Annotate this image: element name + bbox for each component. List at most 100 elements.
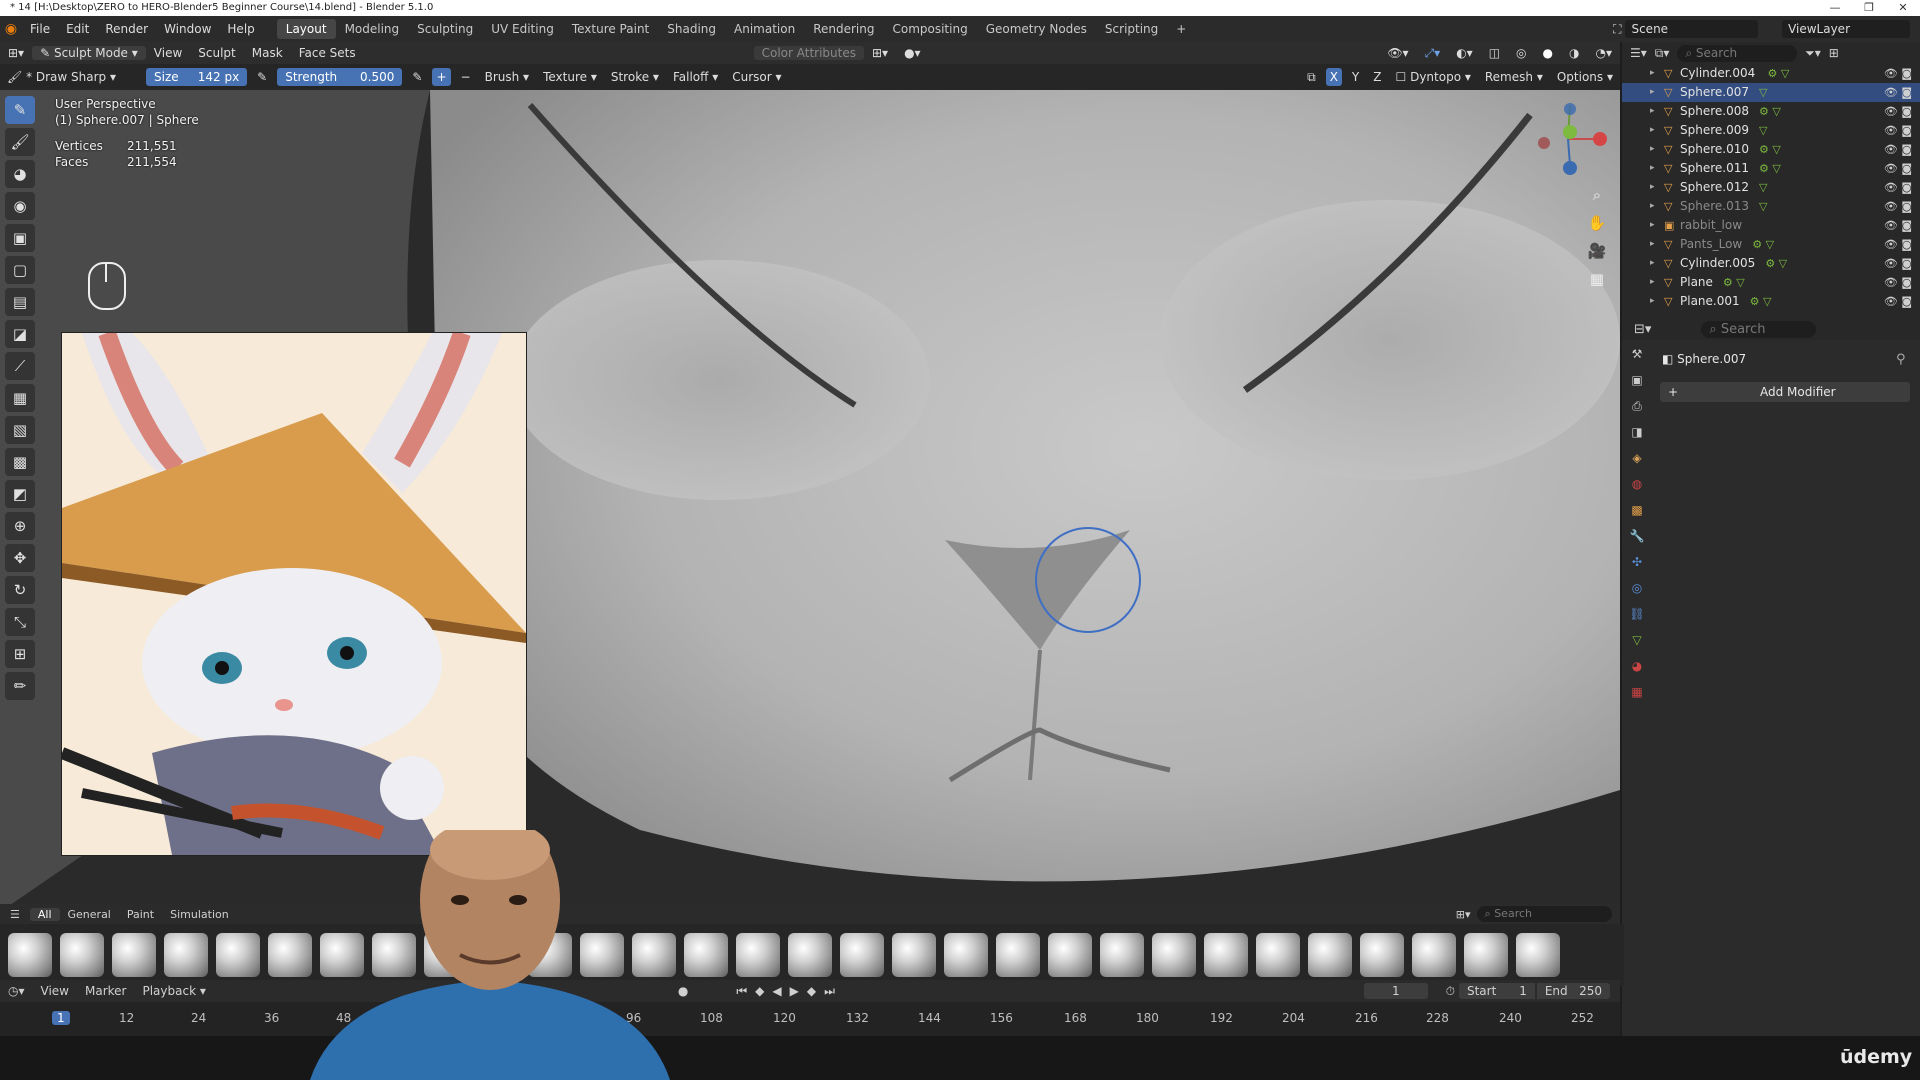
outliner-row[interactable]: ▸ ▽ Cylinder.005 ⚙ ▽ 👁 ◙ bbox=[1622, 254, 1920, 273]
modifier-tab-icon[interactable]: 🔧 bbox=[1626, 525, 1648, 547]
brush-asset-thumbnail[interactable] bbox=[1360, 933, 1404, 977]
current-frame-field[interactable]: 1 bbox=[1363, 983, 1428, 999]
workspace-tab-scripting[interactable]: Scripting bbox=[1096, 19, 1167, 39]
shelf-tab-simulation[interactable]: Simulation bbox=[162, 908, 237, 921]
outliner-row[interactable]: ▸ ▽ Pants_Low ⚙ ▽ 👁 ◙ bbox=[1622, 235, 1920, 254]
data-tab-icon[interactable]: ▽ bbox=[1626, 629, 1648, 651]
scene-selector[interactable]: Scene bbox=[1625, 20, 1759, 38]
outliner-row[interactable]: ▸ ▽ Sphere.011 ⚙ ▽ 👁 ◙ bbox=[1622, 159, 1920, 178]
blender-logo-icon[interactable]: ◉ bbox=[0, 21, 22, 37]
visibility-render-icons[interactable]: 👁 ◙ bbox=[1884, 235, 1912, 254]
expand-chevron-icon[interactable]: ▸ bbox=[1650, 235, 1664, 254]
filter-icon[interactable]: ⏷▾ bbox=[1805, 46, 1821, 61]
workspace-tab-rendering[interactable]: Rendering bbox=[804, 19, 883, 39]
world-tab-icon[interactable]: ◍ bbox=[1626, 473, 1648, 495]
shelf-menu-icon[interactable]: ☰ bbox=[0, 908, 30, 921]
draw-brush-tool-icon[interactable]: ✎ bbox=[5, 96, 35, 124]
scale-tool-icon[interactable]: ⤡ bbox=[5, 608, 35, 636]
visibility-render-icons[interactable]: 👁 ◙ bbox=[1884, 121, 1912, 140]
rotate-tool-icon[interactable]: ↻ bbox=[5, 576, 35, 604]
physics-tab-icon[interactable]: ◎ bbox=[1626, 577, 1648, 599]
brush-asset-thumbnail[interactable] bbox=[1464, 933, 1508, 977]
brush-asset-thumbnail[interactable] bbox=[684, 933, 728, 977]
menu-edit[interactable]: Edit bbox=[58, 22, 97, 36]
expand-chevron-icon[interactable]: ▸ bbox=[1650, 273, 1664, 292]
texture-tab-icon[interactable]: ▦ bbox=[1626, 681, 1648, 703]
brush-asset-thumbnail[interactable] bbox=[1100, 933, 1144, 977]
minimize-button[interactable]: — bbox=[1818, 0, 1852, 16]
box-trim-tool-icon[interactable]: ◪ bbox=[5, 320, 35, 348]
visibility-render-icons[interactable]: 👁 ◙ bbox=[1884, 64, 1912, 83]
visibility-render-icons[interactable]: 👁 ◙ bbox=[1884, 159, 1912, 178]
expand-chevron-icon[interactable]: ▸ bbox=[1650, 121, 1664, 140]
expand-chevron-icon[interactable]: ▸ bbox=[1650, 64, 1664, 83]
zoom-icon[interactable]: ⌕ bbox=[1584, 186, 1610, 214]
timeline-menu-view[interactable]: View bbox=[33, 984, 77, 998]
brush-asset-thumbnail[interactable] bbox=[8, 933, 52, 977]
options-menu[interactable]: Options ▾ bbox=[1550, 70, 1620, 84]
shading-wireframe-icon[interactable]: ◎ bbox=[1508, 46, 1534, 60]
shelf-tab-paint[interactable]: Paint bbox=[119, 908, 162, 921]
new-collection-icon[interactable]: ⊞ bbox=[1829, 46, 1839, 60]
workspace-tab-uv-editing[interactable]: UV Editing bbox=[482, 19, 563, 39]
brush-asset-thumbnail[interactable] bbox=[736, 933, 780, 977]
add-modifier-button[interactable]: + Add Modifier bbox=[1660, 382, 1910, 402]
brush-asset-thumbnail[interactable] bbox=[1204, 933, 1248, 977]
outliner-search-input[interactable]: ⌕ Search bbox=[1677, 44, 1798, 62]
pin-icon[interactable]: ⚲ bbox=[1896, 352, 1906, 367]
brush-asset-thumbnail[interactable] bbox=[1412, 933, 1456, 977]
mode-selector[interactable]: ✎ Sculpt Mode ▾ bbox=[32, 46, 146, 60]
brush-asset-thumbnail[interactable] bbox=[788, 933, 832, 977]
overlays-icon[interactable]: ◐▾ bbox=[1448, 46, 1481, 60]
expand-chevron-icon[interactable]: ▸ bbox=[1650, 292, 1664, 311]
camera-view-icon[interactable]: 🎥 bbox=[1584, 242, 1610, 270]
brush-asset-thumbnail[interactable] bbox=[1152, 933, 1196, 977]
shading-solid-icon[interactable]: ● bbox=[1535, 46, 1561, 60]
expand-chevron-icon[interactable]: ▸ bbox=[1650, 140, 1664, 159]
ortho-grid-icon[interactable]: ▦ bbox=[1584, 270, 1610, 298]
axis-x-toggle[interactable]: X bbox=[1325, 68, 1342, 86]
outliner-row[interactable]: ▸ ▽ Sphere.010 ⚙ ▽ 👁 ◙ bbox=[1622, 140, 1920, 159]
outliner-row[interactable]: ▸ ▽ Sphere.009 ▽ 👁 ◙ bbox=[1622, 121, 1920, 140]
mirror-icon[interactable]: ⧉ bbox=[1300, 70, 1323, 85]
brush-asset-thumbnail[interactable] bbox=[1516, 933, 1560, 977]
expand-chevron-icon[interactable]: ▸ bbox=[1650, 83, 1664, 102]
expand-chevron-icon[interactable]: ▸ bbox=[1650, 197, 1664, 216]
view-layer-tab-icon[interactable]: ◨ bbox=[1626, 421, 1648, 443]
brush-asset-thumbnail[interactable] bbox=[112, 933, 156, 977]
shelf-display-icon[interactable]: ⊞▾ bbox=[1450, 908, 1477, 921]
menu-help[interactable]: Help bbox=[219, 22, 262, 36]
menu-mask[interactable]: Mask bbox=[244, 46, 291, 60]
next-keyframe-icon[interactable]: ◆ bbox=[803, 984, 820, 998]
visibility-render-icons[interactable]: 👁 ◙ bbox=[1884, 292, 1912, 311]
menu-view[interactable]: View bbox=[146, 46, 190, 60]
add-workspace-button[interactable]: + bbox=[1167, 19, 1195, 39]
outliner-row[interactable]: ▸ ▽ Plane.001 ⚙ ▽ 👁 ◙ bbox=[1622, 292, 1920, 311]
mask-by-color-tool-icon[interactable]: ⊕ bbox=[5, 512, 35, 540]
expand-chevron-icon[interactable]: ▸ bbox=[1650, 159, 1664, 178]
color-attributes-button[interactable]: Color Attributes bbox=[753, 46, 864, 60]
prev-keyframe-icon[interactable]: ◆ bbox=[751, 984, 768, 998]
scene-tab-icon[interactable]: ◈ bbox=[1626, 447, 1648, 469]
view-layer-selector[interactable]: ViewLayer bbox=[1782, 20, 1910, 38]
stopwatch-icon[interactable]: ⏱ bbox=[1442, 984, 1459, 999]
strength-pressure-icon[interactable]: ✎ bbox=[405, 70, 429, 84]
brush-asset-thumbnail[interactable] bbox=[60, 933, 104, 977]
properties-search-input[interactable]: ⌕ Search bbox=[1701, 320, 1816, 338]
brush-asset-thumbnail[interactable] bbox=[892, 933, 936, 977]
visibility-render-icons[interactable]: 👁 ◙ bbox=[1884, 216, 1912, 235]
editor-type-icon[interactable]: ⊞▾ bbox=[0, 46, 32, 60]
brush-asset-thumbnail[interactable] bbox=[216, 933, 260, 977]
play-reverse-icon[interactable]: ◀ bbox=[768, 984, 785, 998]
cloth-filter-tool-icon[interactable]: ▧ bbox=[5, 416, 35, 444]
outliner-row[interactable]: ▸ ▽ Sphere.012 ▽ 👁 ◙ bbox=[1622, 178, 1920, 197]
expand-chevron-icon[interactable]: ▸ bbox=[1650, 216, 1664, 235]
visibility-render-icons[interactable]: 👁 ◙ bbox=[1884, 178, 1912, 197]
timeline-editor-icon[interactable]: ◷▾ bbox=[0, 984, 33, 998]
render-tab-icon[interactable]: ▣ bbox=[1626, 369, 1648, 391]
menu-render[interactable]: Render bbox=[97, 22, 156, 36]
pan-hand-icon[interactable]: ✋ bbox=[1584, 214, 1610, 242]
jump-end-icon[interactable]: ⏭ bbox=[820, 984, 839, 999]
visibility-render-icons[interactable]: 👁 ◙ bbox=[1884, 197, 1912, 216]
workspace-tab-shading[interactable]: Shading bbox=[658, 19, 725, 39]
